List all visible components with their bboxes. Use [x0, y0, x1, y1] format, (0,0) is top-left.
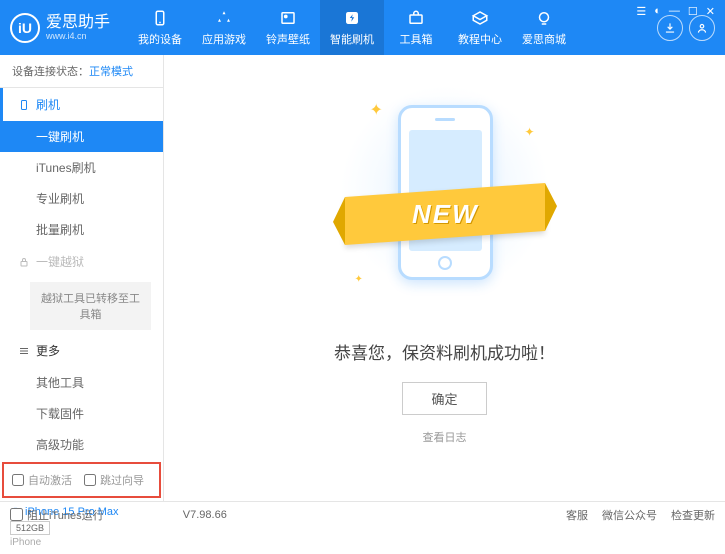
sidebar-item-other-tools[interactable]: 其他工具	[0, 367, 163, 398]
sidebar-item-advanced[interactable]: 高级功能	[0, 429, 163, 460]
storage-badge: 512GB	[10, 521, 50, 535]
sidebar-section-jailbreak: 一键越狱	[0, 245, 163, 278]
checkbox-skip-guide[interactable]: 跳过向导	[84, 472, 144, 488]
footer-link-support[interactable]: 客服	[566, 507, 588, 523]
device-icon	[150, 8, 170, 28]
footer-link-wechat[interactable]: 微信公众号	[602, 507, 657, 523]
checkbox-block-itunes[interactable]: 阻止iTunes运行	[10, 507, 104, 523]
toolbox-icon	[406, 8, 426, 28]
logo[interactable]: iU 爱思助手 www.i4.cn	[10, 13, 110, 43]
nav-toolbox[interactable]: 工具箱	[384, 0, 448, 55]
close-icon[interactable]: ✕	[706, 5, 715, 18]
apps-icon	[214, 8, 234, 28]
nav-ringtones[interactable]: 铃声壁纸	[256, 0, 320, 55]
sidebar-item-download-firmware[interactable]: 下载固件	[0, 398, 163, 429]
image-icon	[278, 8, 298, 28]
ok-button[interactable]: 确定	[402, 382, 486, 415]
logo-sub: www.i4.cn	[46, 31, 110, 41]
version-label: V7.98.66	[183, 509, 227, 521]
success-illustration: ✦ ✦ ✦ NEW	[360, 95, 530, 315]
nav-tutorials[interactable]: 教程中心	[448, 0, 512, 55]
lock-icon	[18, 256, 30, 268]
store-icon	[534, 8, 554, 28]
sidebar: 设备连接状态：正常模式 刷机 一键刷机 iTunes刷机 专业刷机 批量刷机 一…	[0, 55, 164, 501]
checkbox-auto-activate[interactable]: 自动激活	[12, 472, 72, 488]
nav-store[interactable]: 爱思商城	[512, 0, 576, 55]
header: iU 爱思助手 www.i4.cn 我的设备 应用游戏 铃声壁纸 智能刷机 工具…	[0, 0, 725, 55]
sidebar-item-batch-flash[interactable]: 批量刷机	[0, 214, 163, 245]
download-button[interactable]	[657, 15, 683, 41]
phone-icon	[18, 99, 30, 111]
footer-link-update[interactable]: 检查更新	[671, 507, 715, 523]
logo-icon: iU	[10, 13, 40, 43]
nav-flash[interactable]: 智能刷机	[320, 0, 384, 55]
sidebar-item-itunes-flash[interactable]: iTunes刷机	[0, 152, 163, 183]
sidebar-jailbreak-moved[interactable]: 越狱工具已转移至工具箱	[30, 282, 151, 330]
main-content: ✦ ✦ ✦ NEW 恭喜您，保资料刷机成功啦！ 确定 查看日志	[164, 55, 725, 501]
minimize-icon[interactable]: —	[669, 5, 680, 18]
logo-text: 爱思助手	[46, 15, 110, 31]
maximize-icon[interactable]: ☐	[688, 5, 698, 18]
nav-apps[interactable]: 应用游戏	[192, 0, 256, 55]
nav-my-device[interactable]: 我的设备	[128, 0, 192, 55]
titlebar-skin-icon[interactable]: ◐	[654, 5, 661, 18]
highlight-box: 自动激活 跳过向导	[2, 462, 161, 498]
sidebar-section-flash[interactable]: 刷机	[0, 88, 163, 121]
sidebar-section-more[interactable]: 更多	[0, 334, 163, 367]
device-status: 设备连接状态：正常模式	[0, 55, 163, 88]
list-icon	[18, 345, 30, 357]
main-nav: 我的设备 应用游戏 铃声壁纸 智能刷机 工具箱 教程中心 爱思商城	[128, 0, 576, 55]
tutorial-icon	[470, 8, 490, 28]
success-message: 恭喜您，保资料刷机成功啦！	[334, 339, 555, 364]
view-log-link[interactable]: 查看日志	[423, 429, 467, 445]
flash-icon	[342, 8, 362, 28]
titlebar-menu-icon[interactable]: ☰	[636, 5, 646, 18]
user-button[interactable]	[689, 15, 715, 41]
sidebar-item-pro-flash[interactable]: 专业刷机	[0, 183, 163, 214]
sidebar-item-one-click-flash[interactable]: 一键刷机	[0, 121, 163, 152]
